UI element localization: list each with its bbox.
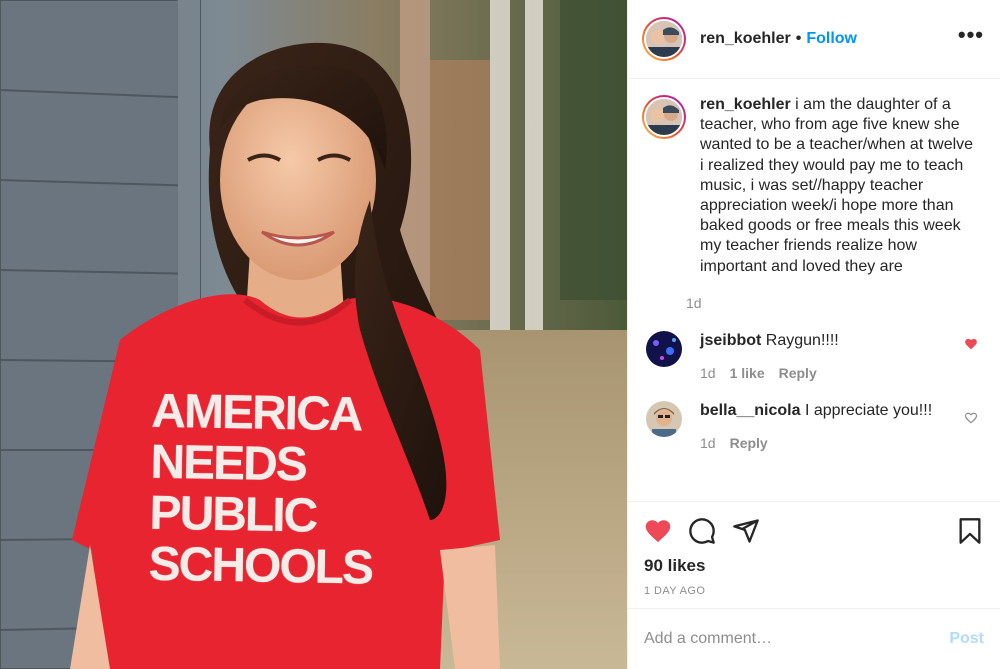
shirt-line: SCHOOLS <box>148 537 373 595</box>
comments-list[interactable]: ren_koehler i am the daughter of a teach… <box>628 79 1000 501</box>
comment-input[interactable]: Add a comment… <box>644 630 772 648</box>
commenter-avatar[interactable] <box>646 400 682 437</box>
avatar-illustration <box>646 99 682 135</box>
caption: ren_koehler i am the daughter of a teach… <box>642 95 984 311</box>
heart-icon[interactable] <box>644 517 672 545</box>
instagram-post-view: AMERICA NEEDS PUBLIC SCHOOLS ren_koehler… <box>0 0 1000 669</box>
heart-icon[interactable] <box>964 337 978 350</box>
comment-text: jseibbot Raygun!!!! <box>700 331 960 351</box>
caption-text: ren_koehler i am the daughter of a teach… <box>700 95 975 277</box>
author-avatar[interactable] <box>642 17 686 61</box>
follow-button[interactable]: Follow <box>806 30 857 48</box>
comment-icon[interactable] <box>688 517 716 545</box>
reply-button[interactable]: Reply <box>779 365 817 381</box>
add-comment-bar: Add a comment… Post <box>628 608 1000 669</box>
post-button[interactable]: Post <box>949 630 984 648</box>
post-actions: 90 likes 1 DAY AGO <box>628 501 1000 606</box>
separator-dot: • <box>795 30 802 47</box>
caption-message: i am the daughter of a teacher, who from… <box>700 96 974 275</box>
avatar-illustration <box>646 400 682 437</box>
shirt-line: PUBLIC <box>149 486 317 543</box>
caption-username[interactable]: ren_koehler <box>700 96 791 113</box>
author-avatar-image <box>644 19 684 59</box>
comment-age[interactable]: 1d <box>700 365 716 381</box>
post-timestamp[interactable]: 1 DAY AGO <box>644 585 984 597</box>
comment-meta: 1d 1 like Reply <box>700 365 960 381</box>
comment-body: jseibbot Raygun!!!! 1d 1 like Reply <box>700 331 960 381</box>
header-text: ren_koehler • Follow <box>700 30 857 48</box>
action-icons <box>644 514 984 548</box>
commenter-username[interactable]: jseibbot <box>700 332 761 349</box>
comment-item: bella__nicola I appreciate you!!! 1d Rep… <box>642 400 984 451</box>
heart-outline-icon[interactable] <box>964 411 978 424</box>
comment-item: jseibbot Raygun!!!! 1d 1 like Reply <box>642 330 984 381</box>
post-header: ren_koehler • Follow ••• <box>628 0 1000 79</box>
caption-avatar-image <box>644 97 684 137</box>
post-photo[interactable]: AMERICA NEEDS PUBLIC SCHOOLS <box>0 0 627 669</box>
comment-message: Raygun!!!! <box>761 331 839 349</box>
comment-body: bella__nicola I appreciate you!!! 1d Rep… <box>700 401 960 451</box>
caption-meta: 1d <box>686 295 975 311</box>
commenter-avatar[interactable] <box>646 330 682 367</box>
shirt-print: AMERICA NEEDS PUBLIC SCHOOLS <box>148 384 412 595</box>
shirt-line: AMERICA <box>150 384 362 442</box>
more-icon[interactable]: ••• <box>958 24 984 54</box>
caption-age[interactable]: 1d <box>686 295 702 311</box>
avatar-illustration <box>646 330 682 367</box>
bookmark-icon[interactable] <box>956 517 984 545</box>
comment-text: bella__nicola I appreciate you!!! <box>700 401 960 421</box>
commenter-username[interactable]: bella__nicola <box>700 402 801 419</box>
share-icon[interactable] <box>732 517 760 545</box>
likes-count[interactable]: 90 likes <box>644 556 984 576</box>
reply-button[interactable]: Reply <box>730 435 768 451</box>
comment-likes[interactable]: 1 like <box>730 365 765 381</box>
comment-message: I appreciate you!!! <box>800 401 933 419</box>
caption-body: ren_koehler i am the daughter of a teach… <box>686 95 975 311</box>
author-username[interactable]: ren_koehler <box>700 30 791 48</box>
shirt-line: NEEDS <box>150 435 307 492</box>
comment-meta: 1d Reply <box>700 435 960 451</box>
caption-avatar[interactable] <box>642 95 686 139</box>
post-side-panel: ren_koehler • Follow ••• ren_koehler i a… <box>627 0 1000 669</box>
comment-age[interactable]: 1d <box>700 435 716 451</box>
avatar-illustration <box>646 21 682 57</box>
